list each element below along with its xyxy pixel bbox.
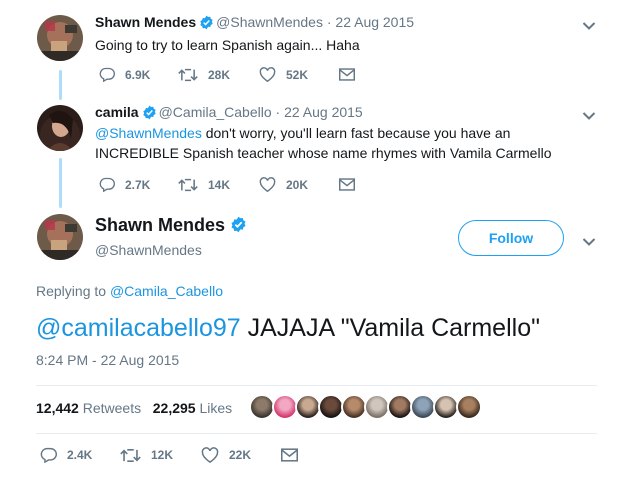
thread-connector [59,70,62,100]
reply-button[interactable]: 2.4K [40,447,120,463]
reply-icon [99,177,125,192]
like-button[interactable]: 20K [259,177,339,192]
avatar[interactable] [37,214,83,260]
avatar[interactable] [37,105,83,151]
like-button[interactable]: 52K [259,67,339,82]
retweet-icon [178,68,208,82]
message-button[interactable] [281,448,308,462]
author-name[interactable]: camila [95,104,139,120]
reply-button[interactable]: 6.9K [99,67,178,82]
mention-link[interactable]: @ShawnMendes [95,125,202,141]
retweet-button[interactable]: 12K [120,448,201,463]
verified-icon [230,216,247,238]
like-icon [259,67,286,82]
chevron-down-icon[interactable] [582,234,596,252]
reply-icon [40,447,67,463]
retweet-button[interactable]: 28K [178,68,259,82]
tweet-timestamp[interactable]: 8:24 PM - 22 Aug 2015 [36,352,179,368]
author-name[interactable]: Shawn Mendes [95,14,196,30]
message-icon [339,178,365,191]
tweet-date[interactable]: · 22 Aug 2015 [327,14,414,30]
message-icon [339,68,365,81]
tweet-actions: 6.9K 28K 52K [99,67,365,82]
tweet-actions: 2.4K 12K 22K [40,447,308,463]
like-icon [259,177,286,192]
divider [36,433,597,434]
reply-button[interactable]: 2.7K [99,177,178,192]
tweet-stats: 12,442 Retweets 22,295 Likes [36,400,232,416]
message-button[interactable] [339,178,365,191]
like-stat[interactable]: 22,295 Likes [153,400,232,416]
reply-icon [99,67,125,82]
like-icon [201,447,229,463]
avatar[interactable] [37,15,83,61]
tweet-text: @camilacabello97 JAJAJA "Vamila Carmello… [36,314,540,342]
tweet-text: Going to try to learn Spanish again... H… [95,37,360,53]
like-button[interactable]: 22K [201,447,281,463]
tweet-actions: 2.7K 14K 20K [99,177,365,192]
author-handle[interactable]: @ShawnMendes [216,14,323,30]
liker-avatars [249,394,482,420]
verified-icon [199,15,214,33]
author-handle[interactable]: @Camila_Cabello [159,104,272,120]
chevron-down-icon[interactable] [582,108,596,126]
chevron-down-icon[interactable] [582,18,596,36]
retweet-icon [178,178,208,192]
author-name[interactable]: Shawn Mendes [95,215,249,238]
replying-to: Replying to @Camila_Cabello [36,283,223,299]
tweet-header: camila @Camila_Cabello · 22 Aug 2015 [95,104,363,123]
retweet-icon [120,448,151,463]
retweet-stat[interactable]: 12,442 Retweets [36,400,141,416]
author-handle[interactable]: @ShawnMendes [95,242,202,258]
liker-avatar[interactable] [456,394,482,420]
mention-link[interactable]: @camilacabello97 [36,314,241,342]
follow-button[interactable]: Follow [458,220,564,256]
retweet-button[interactable]: 14K [178,178,259,192]
tweet-date[interactable]: · 22 Aug 2015 [276,104,363,120]
tweet-text: @ShawnMendes don't worry, you'll learn f… [95,125,552,161]
replying-to-link[interactable]: @Camila_Cabello [110,283,223,299]
verified-icon [142,105,157,123]
divider [36,385,597,386]
thread-connector [59,158,62,208]
tweet-header: Shawn Mendes @ShawnMendes · 22 Aug 2015 [95,14,414,33]
message-icon [281,448,308,462]
message-button[interactable] [339,68,365,81]
